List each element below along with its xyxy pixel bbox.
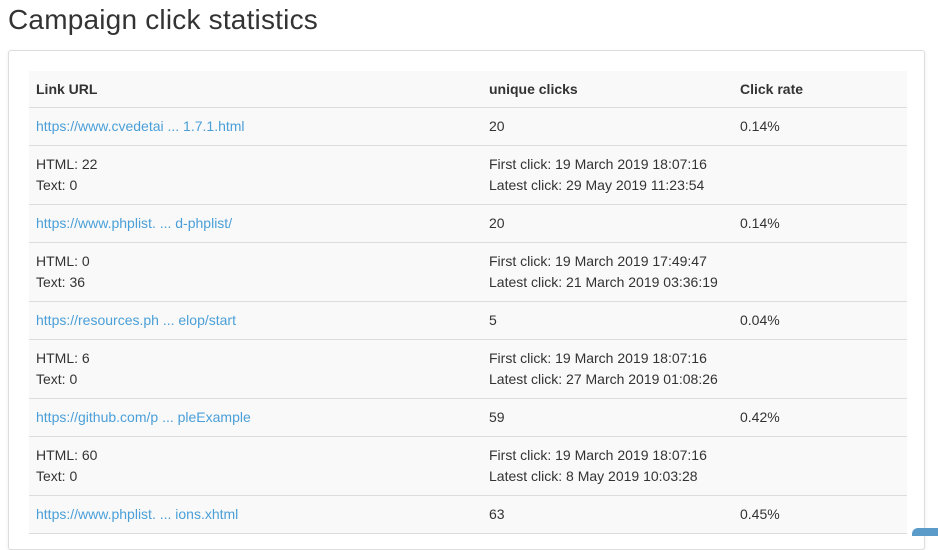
text-clicks: Text: 0 xyxy=(36,369,482,390)
link-url[interactable]: https://www.phplist. ... d-phplist/ xyxy=(36,215,232,231)
empty-cell xyxy=(733,340,907,399)
click-rate-cell: 0.14% xyxy=(733,205,907,243)
link-url-cell: https://github.com/p ... pleExample xyxy=(29,399,482,437)
header-link-url: Link URL xyxy=(29,71,482,108)
table-detail-row: HTML: 6 Text: 0 First click: 19 March 20… xyxy=(29,340,907,399)
table-row: https://www.phplist. ... ions.xhtml 63 0… xyxy=(29,496,907,534)
unique-clicks-cell: 20 xyxy=(482,108,733,146)
table-header-row: Link URL unique clicks Click rate xyxy=(29,71,907,108)
table-detail-row: HTML: 60 Text: 0 First click: 19 March 2… xyxy=(29,437,907,496)
scroll-to-top-button[interactable] xyxy=(912,528,938,536)
click-statistics-table: Link URL unique clicks Click rate https:… xyxy=(29,71,907,534)
latest-click: Latest click: 29 May 2019 11:23:54 xyxy=(489,175,733,196)
link-url[interactable]: https://resources.ph ... elop/start xyxy=(36,312,236,328)
unique-clicks-cell: 5 xyxy=(482,302,733,340)
empty-cell xyxy=(733,243,907,302)
text-clicks: Text: 0 xyxy=(36,466,482,487)
first-click: First click: 19 March 2019 18:07:16 xyxy=(489,445,733,466)
first-click: First click: 19 March 2019 18:07:16 xyxy=(489,348,733,369)
latest-click: Latest click: 27 March 2019 01:08:26 xyxy=(489,369,733,390)
link-url[interactable]: https://www.phplist. ... ions.xhtml xyxy=(36,506,238,522)
text-clicks: Text: 0 xyxy=(36,175,482,196)
table-detail-row: HTML: 22 Text: 0 First click: 19 March 2… xyxy=(29,146,907,205)
first-click: First click: 19 March 2019 18:07:16 xyxy=(489,154,733,175)
empty-cell xyxy=(733,437,907,496)
table-row: https://www.cvedetai ... 1.7.1.html 20 0… xyxy=(29,108,907,146)
table-row: https://www.phplist. ... d-phplist/ 20 0… xyxy=(29,205,907,243)
statistics-panel: Link URL unique clicks Click rate https:… xyxy=(8,50,925,550)
link-url-cell: https://www.phplist. ... ions.xhtml xyxy=(29,496,482,534)
format-breakdown-cell: HTML: 6 Text: 0 xyxy=(29,340,482,399)
link-url-cell: https://www.phplist. ... d-phplist/ xyxy=(29,205,482,243)
unique-clicks-cell: 63 xyxy=(482,496,733,534)
table-row: https://github.com/p ... pleExample 59 0… xyxy=(29,399,907,437)
click-times-cell: First click: 19 March 2019 18:07:16 Late… xyxy=(482,340,733,399)
link-url[interactable]: https://www.cvedetai ... 1.7.1.html xyxy=(36,118,245,134)
first-click: First click: 19 March 2019 17:49:47 xyxy=(489,251,733,272)
link-url-cell: https://resources.ph ... elop/start xyxy=(29,302,482,340)
click-rate-cell: 0.45% xyxy=(733,496,907,534)
click-rate-cell: 0.42% xyxy=(733,399,907,437)
html-clicks: HTML: 6 xyxy=(36,348,482,369)
unique-clicks-cell: 20 xyxy=(482,205,733,243)
format-breakdown-cell: HTML: 22 Text: 0 xyxy=(29,146,482,205)
link-url-cell: https://www.cvedetai ... 1.7.1.html xyxy=(29,108,482,146)
unique-clicks-cell: 59 xyxy=(482,399,733,437)
link-url[interactable]: https://github.com/p ... pleExample xyxy=(36,409,251,425)
page-title: Campaign click statistics xyxy=(8,4,318,36)
click-rate-cell: 0.04% xyxy=(733,302,907,340)
text-clicks: Text: 36 xyxy=(36,272,482,293)
click-rate-cell: 0.14% xyxy=(733,108,907,146)
empty-cell xyxy=(733,146,907,205)
html-clicks: HTML: 0 xyxy=(36,251,482,272)
click-times-cell: First click: 19 March 2019 18:07:16 Late… xyxy=(482,437,733,496)
html-clicks: HTML: 22 xyxy=(36,154,482,175)
latest-click: Latest click: 8 May 2019 10:03:28 xyxy=(489,466,733,487)
format-breakdown-cell: HTML: 0 Text: 36 xyxy=(29,243,482,302)
click-times-cell: First click: 19 March 2019 17:49:47 Late… xyxy=(482,243,733,302)
format-breakdown-cell: HTML: 60 Text: 0 xyxy=(29,437,482,496)
click-times-cell: First click: 19 March 2019 18:07:16 Late… xyxy=(482,146,733,205)
html-clicks: HTML: 60 xyxy=(36,445,482,466)
header-unique-clicks: unique clicks xyxy=(482,71,733,108)
table-detail-row: HTML: 0 Text: 36 First click: 19 March 2… xyxy=(29,243,907,302)
latest-click: Latest click: 21 March 2019 03:36:19 xyxy=(489,272,733,293)
table-row: https://resources.ph ... elop/start 5 0.… xyxy=(29,302,907,340)
header-click-rate: Click rate xyxy=(733,71,907,108)
